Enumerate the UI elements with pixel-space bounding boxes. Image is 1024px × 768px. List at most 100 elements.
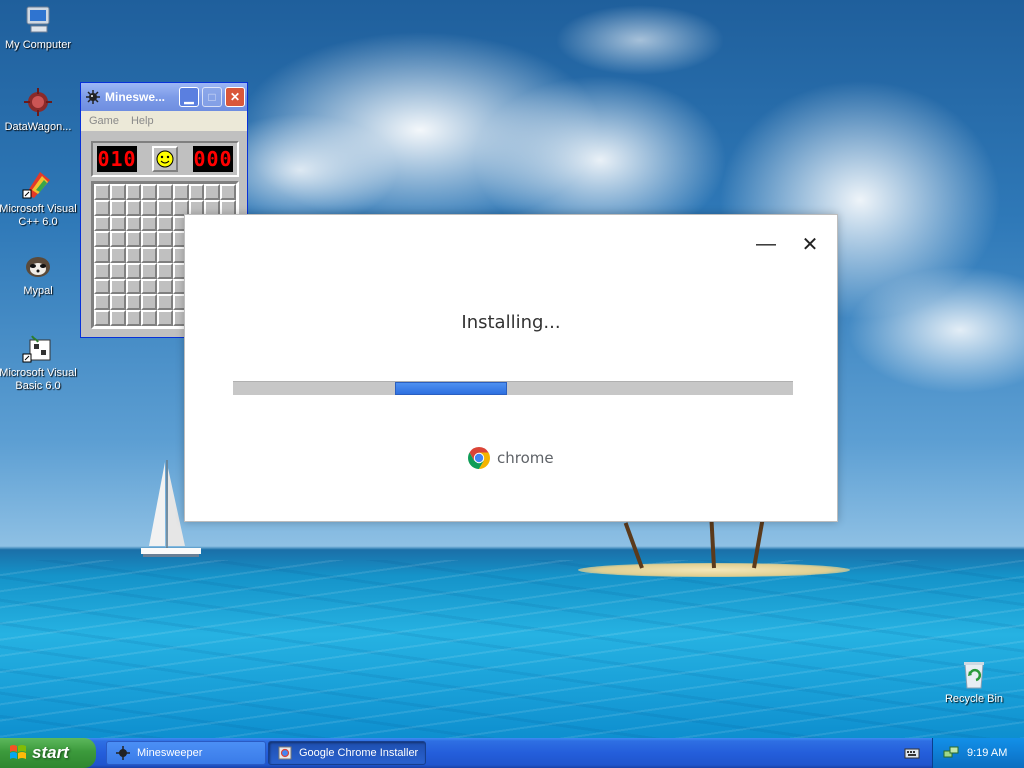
- mine-cell[interactable]: [109, 247, 126, 263]
- minesweeper-titlebar[interactable]: Mineswe... ▁ □ ✕: [81, 83, 247, 111]
- mine-cell[interactable]: [94, 247, 110, 263]
- mine-cell[interactable]: [172, 184, 189, 200]
- maximize-icon: □: [208, 90, 216, 104]
- desktop-icon-label: Recycle Bin: [944, 693, 1004, 705]
- mine-cell[interactable]: [157, 310, 173, 326]
- desktop-icon-datawagon[interactable]: DataWagon...: [0, 86, 78, 134]
- mine-cell[interactable]: [141, 278, 158, 295]
- close-button[interactable]: ✕: [225, 87, 245, 107]
- mine-cell[interactable]: [188, 184, 205, 200]
- desktop-icon-recycle-bin[interactable]: Recycle Bin: [934, 658, 1014, 706]
- chrome-brand: chrome: [467, 446, 554, 470]
- mine-cell[interactable]: [125, 278, 142, 295]
- mine-cell[interactable]: [109, 215, 126, 232]
- mine-cell[interactable]: [125, 184, 142, 200]
- smiley-icon: [156, 150, 174, 168]
- mine-cell[interactable]: [141, 310, 158, 326]
- mine-cell[interactable]: [94, 231, 110, 248]
- mine-counter: 010: [97, 146, 137, 172]
- mine-cell[interactable]: [109, 199, 126, 216]
- mine-cell[interactable]: [141, 199, 158, 216]
- install-progress-bar: [233, 381, 793, 395]
- mine-cell[interactable]: [94, 215, 110, 232]
- taskbar-button-chrome-installer[interactable]: Google Chrome Installer: [268, 741, 426, 765]
- mine-cell[interactable]: [125, 247, 142, 263]
- mine-cell[interactable]: [157, 215, 173, 232]
- visual-cpp-icon: [22, 168, 54, 200]
- mine-icon: [86, 90, 100, 104]
- mine-cell[interactable]: [204, 184, 221, 200]
- mine-cell[interactable]: [109, 231, 126, 248]
- progress-fill: [395, 382, 507, 395]
- smiley-button[interactable]: [152, 146, 178, 172]
- close-button[interactable]: ✕: [799, 233, 821, 256]
- mine-cell[interactable]: [157, 278, 173, 295]
- taskbar: start Minesweeper Google Chrome Installe…: [0, 738, 1024, 768]
- menu-game[interactable]: Game: [89, 115, 119, 127]
- mine-cell[interactable]: [141, 215, 158, 232]
- mine-cell[interactable]: [94, 310, 110, 326]
- desktop-icon-label: My Computer: [4, 39, 72, 51]
- mine-cell[interactable]: [157, 294, 173, 311]
- sea-texture: [0, 560, 1024, 738]
- start-button[interactable]: start: [0, 738, 96, 768]
- mine-cell[interactable]: [141, 247, 158, 263]
- minesweeper-title: Mineswe...: [105, 90, 166, 104]
- mine-cell[interactable]: [109, 278, 126, 295]
- desktop-icon-mypal[interactable]: Mypal: [0, 250, 78, 298]
- network-icon[interactable]: [943, 745, 959, 761]
- mine-cell[interactable]: [157, 184, 173, 200]
- mine-cell[interactable]: [94, 278, 110, 295]
- mine-cell[interactable]: [141, 294, 158, 311]
- mine-cell[interactable]: [109, 184, 126, 200]
- minimize-button[interactable]: ▁: [179, 87, 199, 107]
- mine-cell[interactable]: [94, 184, 110, 200]
- minimize-icon: —: [756, 232, 776, 255]
- mine-cell[interactable]: [141, 262, 158, 279]
- desktop-icon-label: Mypal: [23, 285, 53, 297]
- mine-cell[interactable]: [125, 262, 142, 279]
- recycle-bin-icon: [958, 658, 990, 690]
- mine-cell[interactable]: [125, 215, 142, 232]
- desktop-icon-label: Microsoft Visual C++ 6.0: [0, 203, 77, 228]
- desktop-icon-visual-basic[interactable]: Microsoft Visual Basic 6.0: [0, 332, 78, 393]
- minimize-button[interactable]: —: [755, 233, 777, 255]
- mine-cell[interactable]: [141, 184, 158, 200]
- mine-cell[interactable]: [157, 247, 173, 263]
- keyboard-icon[interactable]: [904, 745, 920, 764]
- install-status: Installing...: [461, 312, 561, 333]
- mine-cell[interactable]: [125, 199, 142, 216]
- close-icon: ✕: [801, 233, 819, 256]
- start-label: start: [32, 743, 69, 762]
- mine-cell[interactable]: [141, 231, 158, 248]
- desktop-icon-my-computer[interactable]: My Computer: [0, 4, 78, 52]
- desktop-icon-visual-cpp[interactable]: Microsoft Visual C++ 6.0: [0, 168, 78, 229]
- installer-icon: [278, 746, 292, 760]
- mine-cell[interactable]: [157, 262, 173, 279]
- mine-cell[interactable]: [94, 199, 110, 216]
- datawagon-icon: [22, 86, 54, 118]
- mine-cell[interactable]: [125, 231, 142, 248]
- mine-cell[interactable]: [109, 294, 126, 311]
- menu-help[interactable]: Help: [131, 115, 154, 127]
- mine-cell[interactable]: [125, 310, 142, 326]
- minesweeper-status-panel: 010 000: [91, 141, 239, 177]
- mine-cell[interactable]: [157, 231, 173, 248]
- close-icon: ✕: [229, 90, 241, 104]
- mine-cell[interactable]: [109, 310, 126, 326]
- chrome-installer-dialog: — ✕ Installing... chrome: [184, 214, 838, 522]
- task-label: Minesweeper: [137, 747, 203, 759]
- taskbar-button-minesweeper[interactable]: Minesweeper: [106, 741, 266, 765]
- desktop-icon-label: DataWagon...: [4, 121, 72, 133]
- desktop-icon-label: Microsoft Visual Basic 6.0: [0, 367, 77, 392]
- mine-cell[interactable]: [109, 262, 126, 279]
- task-label: Google Chrome Installer: [299, 747, 419, 759]
- mine-cell[interactable]: [220, 184, 236, 200]
- timer: 000: [193, 146, 233, 172]
- computer-icon: [22, 4, 54, 36]
- clock: 9:19 AM: [967, 747, 1008, 759]
- mine-cell[interactable]: [94, 294, 110, 311]
- mine-cell[interactable]: [125, 294, 142, 311]
- mine-cell[interactable]: [157, 199, 173, 216]
- mine-cell[interactable]: [94, 262, 110, 279]
